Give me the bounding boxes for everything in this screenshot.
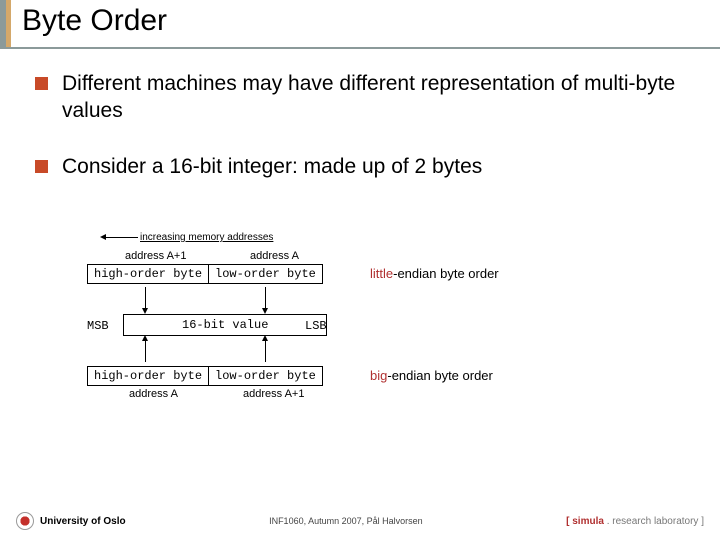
- content-area: Different machines may have different re…: [35, 70, 695, 208]
- arrow-down-icon: [265, 287, 266, 309]
- footer-lab: [ simula . research laboratory ]: [566, 516, 704, 527]
- university-name: University of Oslo: [40, 516, 126, 527]
- low-byte-box-bot: low-order byte: [209, 366, 323, 386]
- bullet-1: Different machines may have different re…: [35, 70, 695, 125]
- little-endian-label: little-endian byte order: [370, 266, 499, 281]
- footer-course-info: INF1060, Autumn 2007, Pål Halvorsen: [269, 516, 423, 526]
- bullet-2: Consider a 16-bit integer: made up of 2 …: [35, 153, 695, 180]
- title-divider: [0, 47, 720, 49]
- addr-a1-top: address A+1: [125, 250, 186, 263]
- high-byte-box-bot: high-order byte: [87, 366, 209, 386]
- mid-value-box: 16-bit value: [123, 314, 327, 336]
- msb-label: MSB: [87, 319, 109, 333]
- arrow-up-icon: [145, 340, 146, 362]
- high-byte-box-top: high-order byte: [87, 264, 209, 284]
- addr-a1-bot: address A+1: [243, 388, 304, 401]
- arrow-up-icon: [265, 340, 266, 362]
- big-endian-label: big-endian byte order: [370, 368, 493, 383]
- bullet-2-text: Consider a 16-bit integer: made up of 2 …: [62, 153, 482, 180]
- little-endian-row: high-order byte low-order byte: [87, 264, 323, 284]
- big-endian-row: high-order byte low-order byte: [87, 366, 323, 386]
- increasing-label: increasing memory addresses: [140, 232, 273, 243]
- bullet-1-text: Different machines may have different re…: [62, 70, 695, 125]
- university-logo-icon: [16, 512, 34, 530]
- lsb-label: LSB: [305, 319, 327, 333]
- title-accent: [0, 0, 14, 47]
- low-byte-box-top: low-order byte: [209, 264, 323, 284]
- slide-title: Byte Order: [22, 4, 167, 38]
- addr-a-top: address A: [250, 250, 299, 263]
- addr-a-bot: address A: [129, 388, 178, 401]
- arrow-down-icon: [145, 287, 146, 309]
- arrow-left-icon: [105, 237, 138, 238]
- bullet-square-icon: [35, 160, 48, 173]
- footer: University of Oslo INF1060, Autumn 2007,…: [0, 512, 720, 530]
- bullet-square-icon: [35, 77, 48, 90]
- footer-left: University of Oslo: [16, 512, 126, 530]
